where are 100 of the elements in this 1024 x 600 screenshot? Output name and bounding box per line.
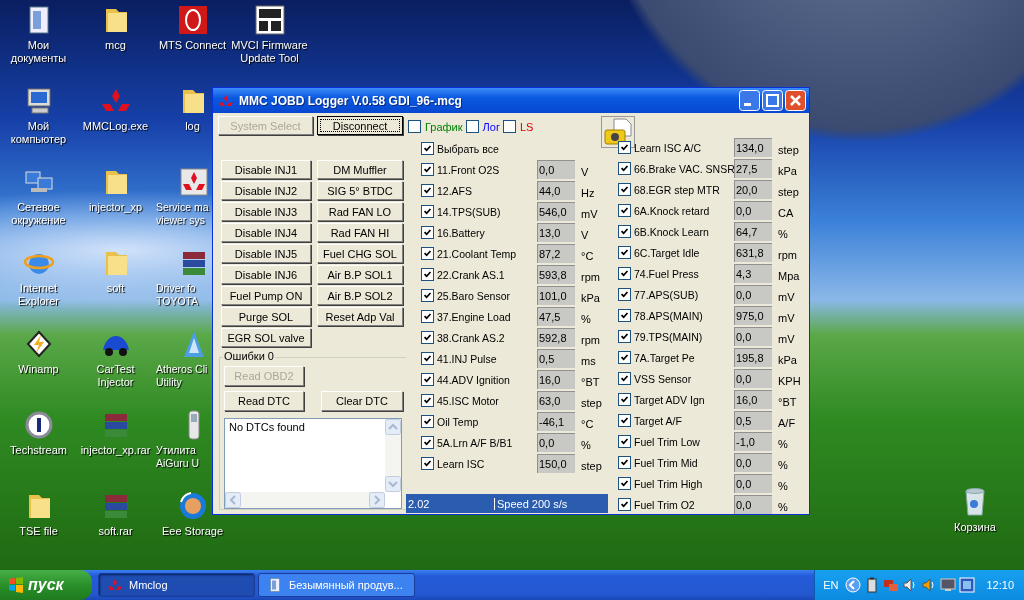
- actuator-button[interactable]: Air B.P SOL2: [317, 286, 403, 305]
- actuator-button[interactable]: Fuel CHG SOL: [317, 244, 403, 263]
- desktop-icon-label[interactable]: Мои документы: [0, 39, 77, 65]
- chevron-icon[interactable]: [845, 577, 862, 593]
- checkbox[interactable]: [618, 393, 631, 406]
- select-all-label[interactable]: Выбрать все: [434, 142, 537, 155]
- desktop-icon-label[interactable]: Мой компьютер: [0, 120, 77, 146]
- unit-label: V: [580, 165, 590, 178]
- checkbox[interactable]: [421, 289, 434, 302]
- checkbox[interactable]: [618, 372, 631, 385]
- desktop-icon-label[interactable]: Корзина: [954, 521, 996, 534]
- checkbox[interactable]: [618, 246, 631, 259]
- actuator-button[interactable]: Disable INJ3: [221, 202, 311, 221]
- actuator-button[interactable]: Purge SOL: [221, 307, 311, 326]
- camera-button[interactable]: [601, 116, 635, 148]
- unit-label: mV: [777, 290, 796, 303]
- actuator-button[interactable]: Disable INJ5: [221, 244, 311, 263]
- actuator-button[interactable]: Disable INJ6: [221, 265, 311, 284]
- checkbox[interactable]: [421, 142, 434, 155]
- checkbox[interactable]: [421, 268, 434, 281]
- actuator-button[interactable]: DM Muffler: [317, 160, 403, 179]
- checkbox[interactable]: [421, 457, 434, 470]
- monitor-icon[interactable]: [940, 577, 957, 593]
- taskbar-button[interactable]: Mmclog: [98, 573, 255, 597]
- blocks-logo-icon[interactable]: [253, 4, 286, 36]
- desktop-icon-label[interactable]: CarTest Injector: [77, 363, 154, 389]
- checkbox[interactable]: [618, 330, 631, 343]
- dtc-button[interactable]: Read DTC: [224, 391, 304, 411]
- checkbox[interactable]: [618, 498, 631, 511]
- checkbox[interactable]: [618, 456, 631, 469]
- checkbox[interactable]: [618, 183, 631, 196]
- desktop-icon-label[interactable]: TSE file: [19, 525, 58, 538]
- desktop-icon-label[interactable]: Eee Storage: [161, 525, 224, 538]
- desktop-icon-label[interactable]: injector_xp.rar: [80, 444, 151, 457]
- loop-logo-icon[interactable]: [176, 4, 209, 36]
- dtc-button[interactable]: Clear DTC: [321, 391, 403, 411]
- checkmark-icon: [422, 206, 433, 217]
- close-button[interactable]: [785, 90, 806, 111]
- checkbox[interactable]: [421, 331, 434, 344]
- checkbox[interactable]: [618, 267, 631, 280]
- diamond-logo-icon[interactable]: [178, 166, 210, 198]
- desktop-icon-label[interactable]: MMCLog.exe: [82, 120, 149, 133]
- desktop-icon-label[interactable]: Atheros Cli Utility: [156, 363, 210, 389]
- maximize-button[interactable]: [762, 90, 783, 111]
- checkbox[interactable]: [421, 163, 434, 176]
- option-label[interactable]: График: [425, 120, 463, 133]
- checkbox[interactable]: [618, 204, 631, 217]
- checkbox[interactable]: [618, 225, 631, 238]
- desktop-icon-label[interactable]: MVCI Firmware Update Tool: [231, 39, 308, 65]
- option-label[interactable]: Лог: [482, 120, 500, 133]
- checkbox[interactable]: [421, 373, 434, 386]
- checkmark-icon: [422, 269, 433, 280]
- checkbox[interactable]: [421, 415, 434, 428]
- unit-label: mV: [580, 207, 599, 220]
- actuator-button[interactable]: Rad FAN HI: [317, 223, 403, 242]
- checkbox[interactable]: [421, 394, 434, 407]
- actuator-button[interactable]: Rad FAN LO: [317, 202, 403, 221]
- checkbox[interactable]: [618, 141, 631, 154]
- checkbox[interactable]: [421, 310, 434, 323]
- actuator-button[interactable]: Fuel Pump ON: [221, 286, 311, 305]
- desktop-icon-label[interactable]: mcg: [105, 39, 126, 52]
- checkbox[interactable]: [618, 309, 631, 322]
- actuator-button[interactable]: SIG 5° BTDC: [317, 181, 403, 200]
- toolbar-button[interactable]: Disconnect: [317, 116, 403, 135]
- desktop-icon-label[interactable]: log: [185, 120, 200, 133]
- actuator-button[interactable]: Disable INJ4: [221, 223, 311, 242]
- checkbox[interactable]: [421, 205, 434, 218]
- list-item[interactable]: No DTCs found: [229, 421, 381, 433]
- checkbox[interactable]: [618, 435, 631, 448]
- checkbox[interactable]: [421, 226, 434, 239]
- actuator-button[interactable]: Reset Adp Val: [317, 307, 403, 326]
- actuator-button[interactable]: Air B.P SOL1: [317, 265, 403, 284]
- checkbox[interactable]: [618, 288, 631, 301]
- checkbox[interactable]: [421, 352, 434, 365]
- desktop-icon-label[interactable]: MTS Connect: [158, 39, 227, 52]
- checkbox[interactable]: [502, 120, 516, 133]
- actuator-button[interactable]: Disable INJ1: [221, 160, 311, 179]
- unit-label: Mpa: [777, 269, 798, 282]
- taskbar-button[interactable]: Безымянный продув...: [258, 573, 415, 597]
- actuator-button[interactable]: EGR SOL valve: [221, 328, 311, 347]
- checkbox[interactable]: [408, 120, 421, 133]
- start-button[interactable]: пуск: [0, 570, 92, 600]
- checkmark-icon: [619, 247, 630, 258]
- checkbox[interactable]: [618, 162, 631, 175]
- option-label[interactable]: LS: [519, 120, 534, 133]
- unit-label: mV: [777, 311, 796, 324]
- minimize-button[interactable]: [739, 90, 760, 111]
- checkbox[interactable]: [421, 436, 434, 449]
- checkbox[interactable]: [618, 414, 631, 427]
- window-icon[interactable]: [959, 577, 976, 593]
- checkbox[interactable]: [421, 184, 434, 197]
- checkbox[interactable]: [618, 351, 631, 364]
- desktop-icon-label[interactable]: Techstream: [10, 444, 67, 457]
- sensor-label: VSS Sensor: [633, 372, 693, 385]
- checkbox[interactable]: [618, 477, 631, 490]
- desktop-icon-label[interactable]: Утилита AiGuru U: [156, 444, 210, 470]
- desktop-icon-label[interactable]: soft.rar: [98, 525, 133, 538]
- actuator-button[interactable]: Disable INJ2: [221, 181, 311, 200]
- checkbox[interactable]: [421, 247, 434, 260]
- checkbox[interactable]: [465, 120, 479, 133]
